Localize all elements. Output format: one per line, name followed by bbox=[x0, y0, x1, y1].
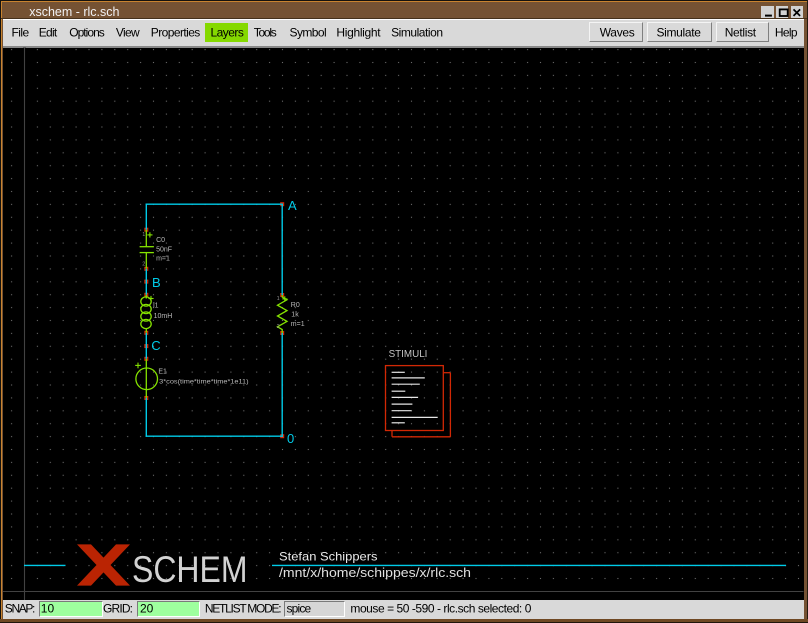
svg-text:B: B bbox=[152, 275, 161, 290]
svg-text:1k: 1k bbox=[291, 312, 299, 319]
svg-text:R0: R0 bbox=[291, 302, 300, 309]
svg-text:NETLIST MODE:: NETLIST MODE: bbox=[205, 602, 282, 616]
svg-text:1: 1 bbox=[277, 296, 280, 302]
svg-text:50nF: 50nF bbox=[156, 247, 172, 254]
svg-text:1: 1 bbox=[142, 232, 145, 238]
svg-text:Tools: Tools bbox=[254, 26, 277, 40]
svg-text:Simulation: Simulation bbox=[391, 26, 443, 40]
svg-text:xschem - rlc.sch: xschem - rlc.sch bbox=[29, 5, 119, 19]
svg-text:E1: E1 bbox=[158, 368, 167, 375]
svg-text:C: C bbox=[151, 338, 160, 353]
svg-text:SCHEM: SCHEM bbox=[132, 549, 248, 590]
svg-text:Highlight: Highlight bbox=[336, 26, 381, 40]
svg-text:View: View bbox=[116, 26, 140, 40]
svg-text:2: 2 bbox=[142, 262, 145, 268]
svg-text:mouse = 50 -590 - rlc.sch sel: mouse = 50 -590 - rlc.sch selected: 0 bbox=[350, 602, 531, 616]
svg-text:Help: Help bbox=[775, 26, 798, 40]
svg-text:A: A bbox=[288, 198, 297, 213]
svg-text:GRID:: GRID: bbox=[103, 602, 133, 616]
svg-text:l1: l1 bbox=[153, 302, 159, 309]
svg-text:20: 20 bbox=[140, 602, 154, 616]
svg-text:Waves: Waves bbox=[600, 26, 635, 40]
svg-text:Properties: Properties bbox=[151, 26, 201, 40]
svg-text:m=1: m=1 bbox=[156, 256, 170, 263]
svg-text:Options: Options bbox=[69, 26, 105, 40]
svg-text:Netlist: Netlist bbox=[725, 26, 757, 40]
svg-text:Layers: Layers bbox=[211, 26, 244, 40]
svg-text:Stefan Schippers: Stefan Schippers bbox=[279, 550, 378, 564]
svg-text:C0: C0 bbox=[156, 237, 165, 244]
svg-text:STIMULI: STIMULI bbox=[389, 348, 428, 360]
svg-text:Symbol: Symbol bbox=[290, 26, 327, 40]
svg-text:m=1: m=1 bbox=[291, 321, 305, 328]
svg-text:0: 0 bbox=[287, 431, 294, 446]
svg-text:3*cos(time*time*time*1e11): 3*cos(time*time*time*1e11) bbox=[159, 378, 248, 385]
svg-text:10mH: 10mH bbox=[154, 313, 173, 320]
svg-text:File: File bbox=[12, 26, 30, 40]
svg-text:SNAP:: SNAP: bbox=[5, 602, 36, 616]
svg-text:Simulate: Simulate bbox=[657, 26, 702, 40]
svg-text:/mnt/x/home/schippes/x/rlc.sch: /mnt/x/home/schippes/x/rlc.sch bbox=[279, 566, 471, 580]
svg-text:2: 2 bbox=[277, 324, 280, 330]
svg-text:Edit: Edit bbox=[39, 26, 58, 40]
svg-text:10: 10 bbox=[41, 602, 55, 616]
svg-text:spice: spice bbox=[287, 602, 312, 616]
